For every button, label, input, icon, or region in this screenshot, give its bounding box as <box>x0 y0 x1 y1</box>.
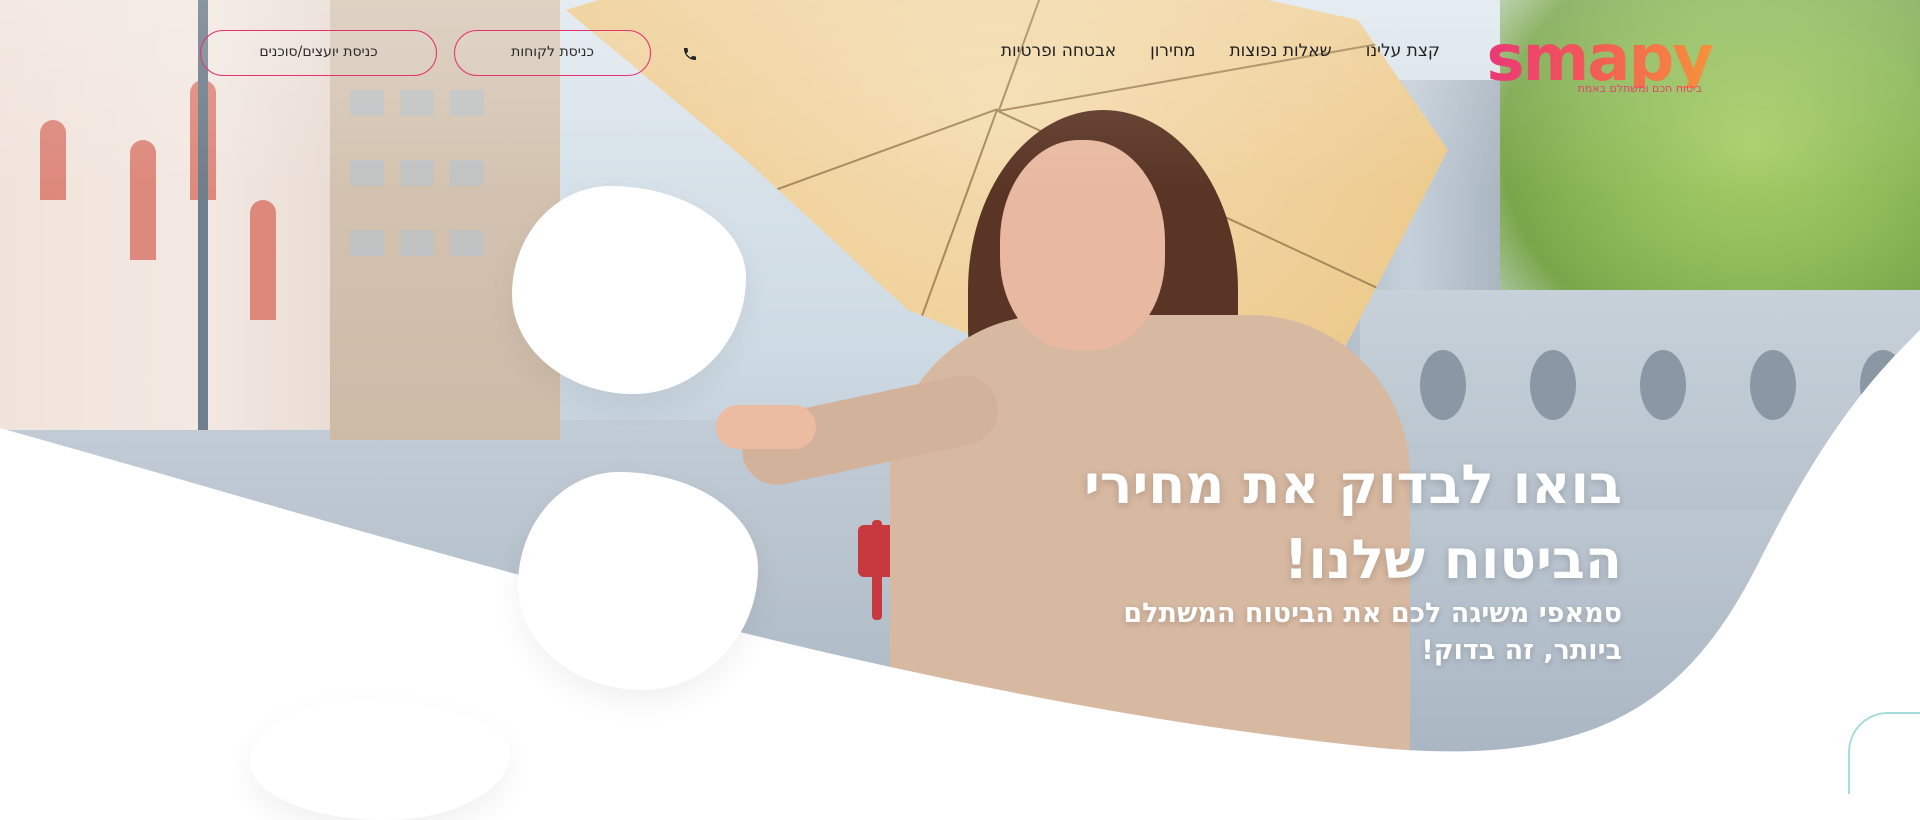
hero-headline: בואו לבדוק את מחירי הביטוח שלנו! <box>1083 453 1622 591</box>
decorative-corner-line <box>1848 712 1920 794</box>
logo-tagline: ביטוח חכם ומשתלם באמת <box>1577 82 1702 95</box>
hero-subheadline: סמאפי משיגה לכם את הביטוח המשתלם ביותר, … <box>1123 598 1622 666</box>
nav-item-faq[interactable]: שאלות נפוצות <box>1229 41 1331 61</box>
hero-overlay <box>0 0 1920 768</box>
logo-wordmark: smapy <box>1472 27 1715 91</box>
agents-login-button[interactable]: כניסת יועצים/סוכנים <box>200 30 437 76</box>
nav-item-about[interactable]: קצת עלינו <box>1366 41 1440 61</box>
hero-background-photo <box>0 0 1920 768</box>
smapy-logo[interactable]: smapy ביטוח חכם ומשתלם באמת <box>1472 27 1715 100</box>
main-navigation: קצת עלינו שאלות נפוצות מחירון אבטחה ופרט… <box>990 41 1440 67</box>
decorative-blob-bottom <box>250 700 510 820</box>
nav-item-security-privacy[interactable]: אבטחה ופרטיות <box>1001 41 1116 61</box>
phone-icon[interactable] <box>682 46 698 62</box>
customer-login-button[interactable]: כניסת לקוחות <box>454 30 651 76</box>
nav-item-pricing[interactable]: מחירון <box>1150 41 1195 61</box>
